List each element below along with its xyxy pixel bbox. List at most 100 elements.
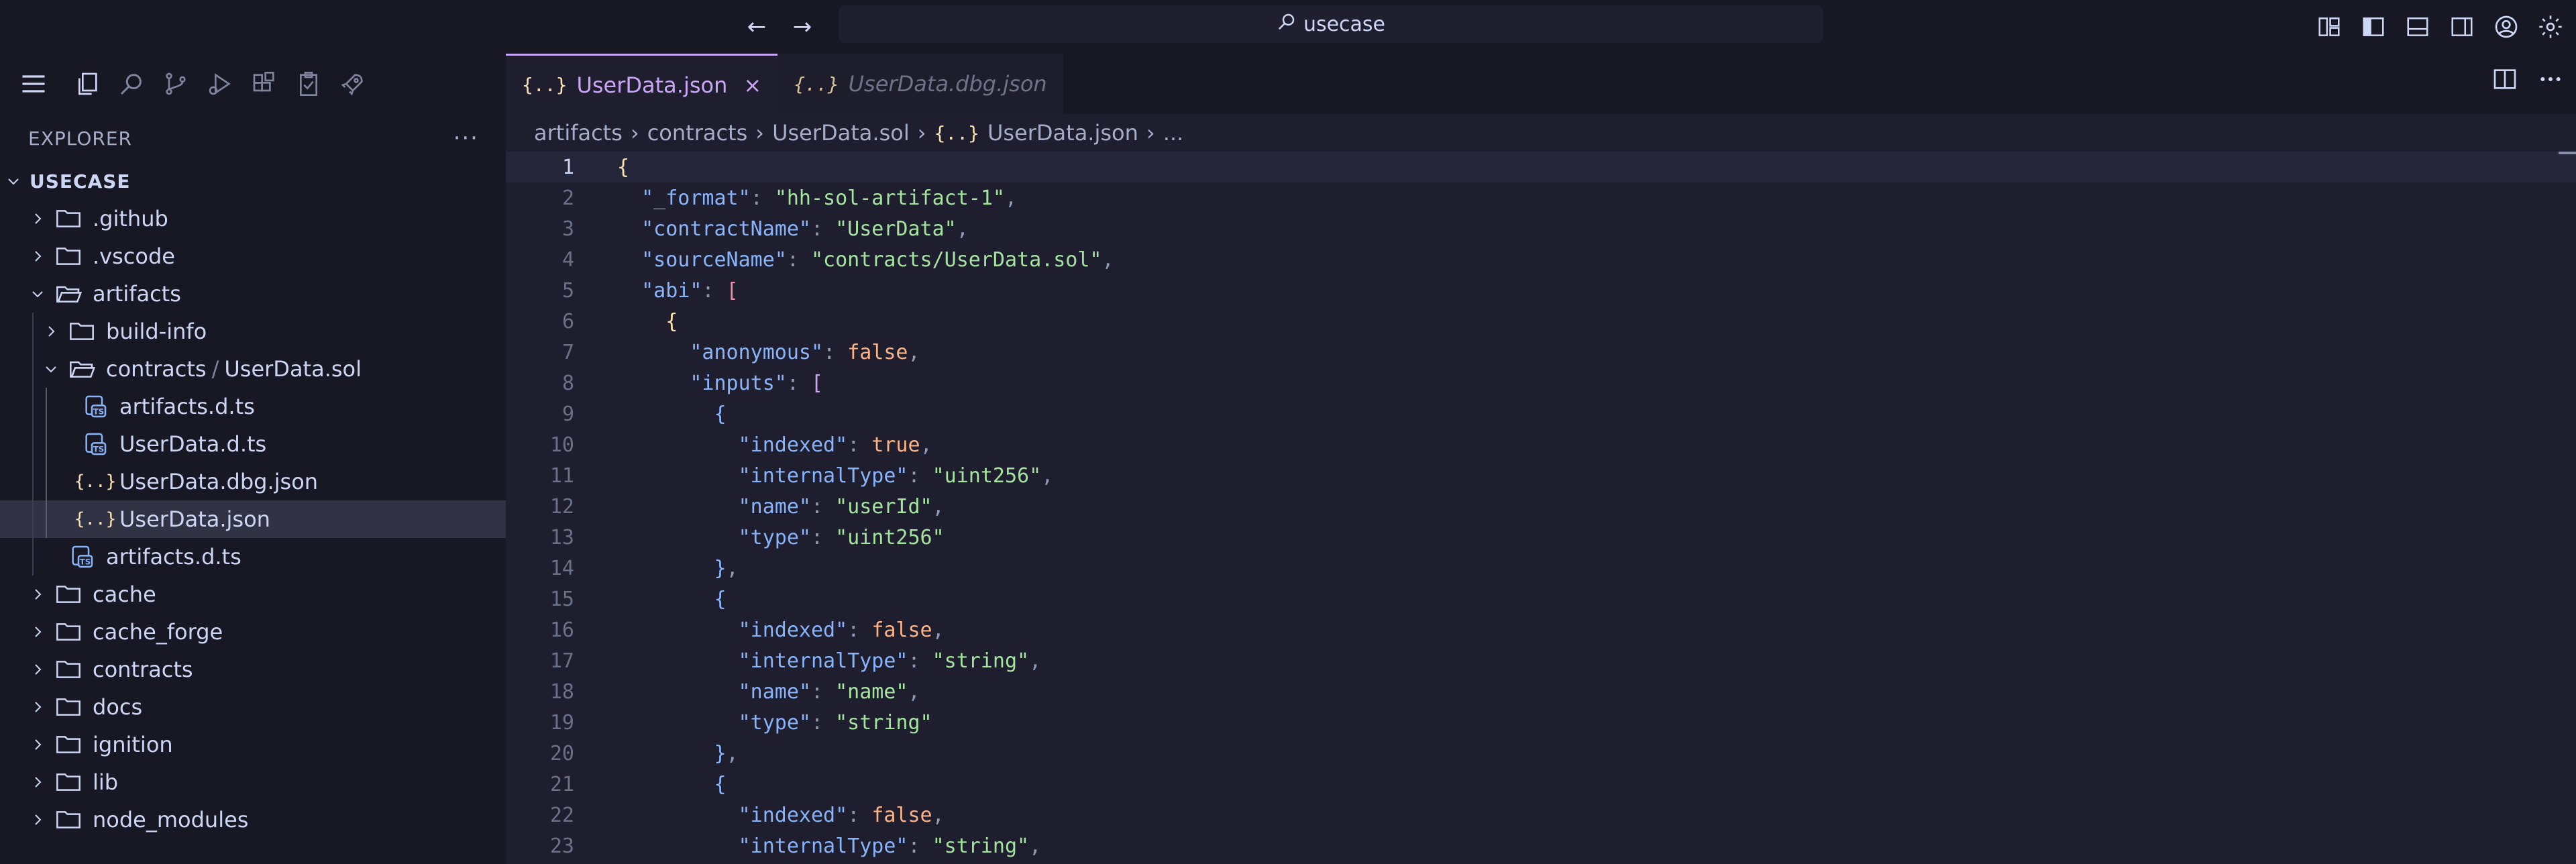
tree-root-usecase[interactable]: USECASE xyxy=(0,162,506,200)
search-icon[interactable] xyxy=(114,66,149,101)
tree-folder[interactable]: contracts / UserData.sol xyxy=(0,350,506,388)
code-line: 6 { xyxy=(506,306,2576,337)
tree-item-label: lib xyxy=(93,769,119,795)
code-text: }, xyxy=(617,557,739,580)
forward-button[interactable]: → xyxy=(784,8,821,46)
explorer-files-icon[interactable] xyxy=(70,66,105,101)
toggle-secondary-sidebar-icon[interactable] xyxy=(2446,11,2478,43)
code-line: 22 "indexed": false, xyxy=(506,800,2576,830)
code-token: : xyxy=(811,494,836,519)
chevron-down-icon xyxy=(40,358,62,380)
more-actions-icon[interactable] xyxy=(2537,66,2564,95)
line-number: 17 xyxy=(549,649,574,673)
code-token: : xyxy=(908,834,932,858)
json-icon: {..} xyxy=(74,472,117,492)
source-control-icon[interactable] xyxy=(158,66,193,101)
code-line: 12 "name": "userId", xyxy=(506,491,2576,522)
code-token: false xyxy=(871,803,932,827)
code-token: "contracts/UserData.sol" xyxy=(811,248,1102,272)
line-number: 5 xyxy=(561,278,574,303)
close-icon[interactable]: × xyxy=(743,72,761,98)
back-button[interactable]: ← xyxy=(738,8,775,46)
tree-file[interactable]: TS UserData.d.ts xyxy=(0,425,506,463)
deploy-rocket-icon[interactable] xyxy=(335,66,370,101)
code-token: "internalType" xyxy=(738,464,908,488)
breadcrumb-file[interactable]: UserData.json xyxy=(987,120,1138,146)
code-editor[interactable]: 1{2 "_format": "hh-sol-artifact-1", 3 "co… xyxy=(506,152,2576,861)
code-token: , xyxy=(920,433,932,457)
line-number: 2 xyxy=(561,186,574,210)
tree-item-label: .github xyxy=(93,206,168,231)
customize-layout-icon[interactable] xyxy=(2313,11,2345,43)
line-number: 4 xyxy=(561,248,574,272)
folder-open-icon xyxy=(54,280,83,307)
code-token: "name" xyxy=(738,494,811,519)
explorer-more-actions-button[interactable]: ··· xyxy=(453,125,479,152)
menu-icon[interactable] xyxy=(16,66,51,101)
code-text: "type": "string" xyxy=(617,711,932,735)
tree-folder[interactable]: docs xyxy=(0,688,506,726)
scrollbar-position-marker[interactable] xyxy=(2559,152,2576,154)
tree-folder[interactable]: artifacts xyxy=(0,275,506,313)
run-debug-icon[interactable] xyxy=(203,66,237,101)
tab-userdata-json[interactable]: {..} UserData.json × xyxy=(506,54,778,114)
code-token: [ xyxy=(811,371,824,395)
tree-item-label: UserData.json xyxy=(119,506,270,532)
typescript-def-icon: TS xyxy=(80,431,110,457)
toggle-primary-sidebar-icon[interactable] xyxy=(2357,11,2390,43)
breadcrumb-tail[interactable]: ... xyxy=(1163,120,1184,146)
tree-folder[interactable]: build-info xyxy=(0,313,506,350)
tree-folder[interactable]: .vscode xyxy=(0,237,506,275)
tree-folder[interactable]: cache xyxy=(0,576,506,613)
code-token: , xyxy=(726,741,739,765)
line-number: 23 xyxy=(549,834,574,858)
code-line: 18 "name": "name", xyxy=(506,676,2576,707)
tab-userdata-dbg-json[interactable]: {..} UserData.dbg.json xyxy=(777,54,1063,114)
chevron-right-icon: › xyxy=(630,120,639,146)
line-number: 1 xyxy=(561,155,574,179)
breadcrumb-item[interactable]: contracts xyxy=(647,120,748,146)
code-token: , xyxy=(932,803,945,827)
toggle-panel-icon[interactable] xyxy=(2402,11,2434,43)
tree-folder[interactable]: .github xyxy=(0,200,506,237)
tree-file[interactable]: TS artifacts.d.ts xyxy=(0,538,506,576)
line-number: 8 xyxy=(561,371,574,395)
sidebar: EXPLORER ··· USECASE .github .vscode artif… xyxy=(0,54,506,864)
code-text: "internalType": "string", xyxy=(617,649,1042,673)
testing-clipboard-icon[interactable] xyxy=(291,66,326,101)
split-editor-icon[interactable] xyxy=(2491,66,2518,95)
tree-file[interactable]: {..} UserData.json xyxy=(0,500,506,538)
code-token: , xyxy=(908,340,920,364)
breadcrumb-item[interactable]: artifacts xyxy=(534,120,623,146)
folder-docs-icon xyxy=(54,694,83,720)
code-text: "sourceName": "contracts/UserData.sol", xyxy=(617,248,1114,272)
tree-folder[interactable]: ignition xyxy=(0,726,506,763)
typescript-def-icon: TS xyxy=(67,543,97,570)
account-icon[interactable] xyxy=(2490,11,2522,43)
folder-icon xyxy=(67,318,97,345)
svg-text:TS: TS xyxy=(93,407,104,417)
folder-node-icon xyxy=(54,806,83,833)
tree-folder[interactable]: contracts xyxy=(0,651,506,688)
code-token: true xyxy=(871,433,920,457)
code-token: { xyxy=(665,309,678,333)
chevron-right-icon xyxy=(27,621,48,643)
tree-item-label: docs xyxy=(93,694,143,720)
tree-item-label: artifacts xyxy=(93,281,181,307)
command-center-search[interactable]: usecase xyxy=(839,5,1823,43)
breadcrumb-item[interactable]: UserData.sol xyxy=(772,120,910,146)
tree-folder[interactable]: cache_forge xyxy=(0,613,506,651)
tree-file[interactable]: TS artifacts.d.ts xyxy=(0,388,506,425)
settings-gear-icon[interactable] xyxy=(2534,11,2567,43)
extensions-icon[interactable] xyxy=(247,66,282,101)
tree-folder[interactable]: lib xyxy=(0,763,506,801)
tree-file[interactable]: {..} UserData.dbg.json xyxy=(0,463,506,500)
tree-folder[interactable]: node_modules xyxy=(0,801,506,839)
code-line: 5 "abi": [ xyxy=(506,275,2576,306)
search-icon xyxy=(1277,11,1297,37)
